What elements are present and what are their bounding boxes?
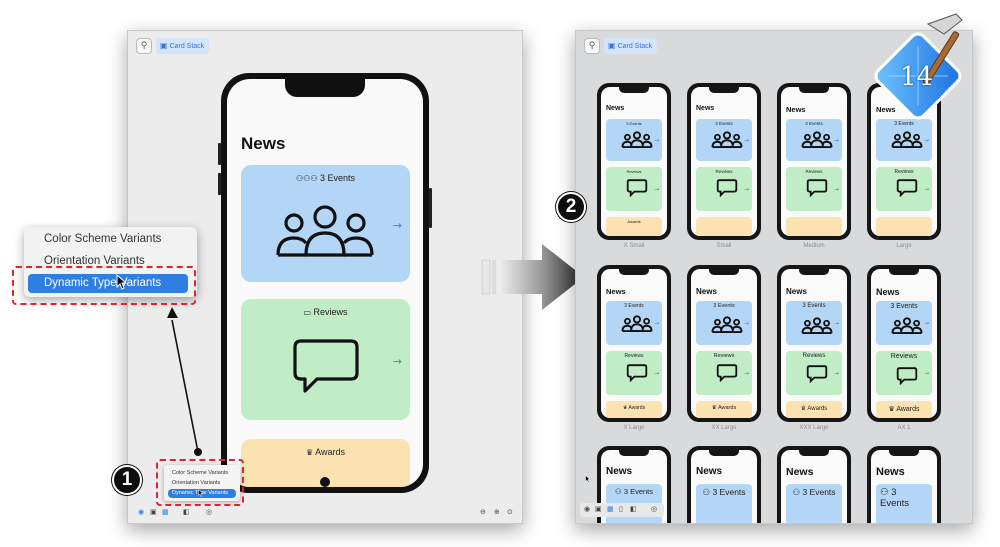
events-card: 3 Events → <box>786 119 842 161</box>
xcode-14-icon: 14 XCODE <box>858 4 976 134</box>
events-card: 3 Events → <box>786 301 842 345</box>
variant-phone-ax3[interactable]: News ⚇ 3 Events <box>687 446 761 523</box>
awards-card: ♛ Awards <box>606 401 662 418</box>
card-stack-icon: ▣ <box>608 41 616 50</box>
awards-card-label: ♛ Awards <box>305 447 346 457</box>
events-arrow-icon[interactable]: → <box>393 219 402 232</box>
variant-phone-ax4[interactable]: News ⚇ 3 Events <box>777 446 851 523</box>
phone-notch <box>285 79 365 97</box>
zoom-fit-icon[interactable]: ⊙ <box>507 508 513 516</box>
events-card: 3 Events → <box>606 301 662 345</box>
selectable-icon[interactable]: ▣ <box>150 508 157 516</box>
reviews-card: Reviews → <box>876 351 932 395</box>
events-card[interactable]: ⚇⚇⚇ 3 Events → <box>241 165 410 282</box>
mouse-cursor-icon <box>585 475 591 483</box>
variant-phone-medium[interactable]: News 3 Events → Reviews → <box>777 83 851 240</box>
card-stack-icon: ▣ <box>160 41 168 50</box>
transition-arrow <box>481 244 584 310</box>
card-stack-tab[interactable]: ▣ Card Stack <box>604 38 658 54</box>
variant-caption: X Large <box>623 425 645 431</box>
reviews-card: Reviews → <box>696 167 752 211</box>
reviews-card: Reviews → <box>786 167 842 211</box>
events-card: 3 Events → <box>696 119 752 161</box>
variants-grid-icon[interactable]: ▦ <box>607 505 614 513</box>
phone-screen: News ⚇⚇⚇ 3 Events → ▭ Reviews → ♛ Awards <box>227 79 423 487</box>
awards-card <box>786 217 842 236</box>
device-settings-icon[interactable]: ◧ <box>630 505 637 513</box>
events-card: ⚇ 3 Events <box>696 484 752 523</box>
device-settings-icon[interactable]: ◧ <box>183 508 190 516</box>
reviews-card: Reviews → <box>696 351 752 395</box>
selectable-icon[interactable]: ▣ <box>595 505 602 513</box>
live-preview-icon[interactable]: ◉ <box>138 508 144 516</box>
speech-bubble-icon <box>293 339 359 393</box>
live-preview-icon[interactable]: ◉ <box>584 505 590 513</box>
xcode-version-label: 14 <box>900 62 934 92</box>
variant-caption: AX 1 <box>897 425 911 431</box>
reviews-arrow-icon[interactable]: → <box>393 355 402 368</box>
side-button <box>218 143 221 165</box>
variant-phone-xxx-large[interactable]: News 3 Events → Reviews → ♛ Awards <box>777 265 851 422</box>
awards-card: ♛ Awards <box>876 401 932 418</box>
variant-phone-xx-large[interactable]: News 3 Events → Reviews → ♛ Awards <box>687 265 761 422</box>
page-title: News <box>241 134 286 153</box>
reviews-card-label: ▭ Reviews <box>303 307 348 317</box>
zoom-out-icon[interactable]: ⊖ <box>480 508 486 516</box>
reviews-card: Reviews → <box>786 351 842 395</box>
events-card: ⚇ 3 Events <box>786 484 842 523</box>
variant-caption: Medium <box>803 243 825 249</box>
awards-card: Awards <box>606 217 662 236</box>
events-card-label: ⚇⚇⚇ 3 Events <box>295 173 356 183</box>
menu-item-color-scheme[interactable]: Color Scheme Variants <box>44 233 161 245</box>
step-1-badge: 1 <box>112 465 142 495</box>
variant-caption: Large <box>896 243 912 249</box>
events-card: 3 Events → <box>606 119 662 161</box>
pin-button[interactable]: ⚲ <box>584 38 600 54</box>
iphone-preview: News ⚇⚇⚇ 3 Events → ▭ Reviews → ♛ Awards <box>218 73 432 493</box>
people-group-icon <box>276 205 374 257</box>
mouse-cursor-icon <box>198 489 204 497</box>
variant-phone-ax5[interactable]: News ⚇ 3 Events <box>867 446 941 523</box>
events-card: 3 Events → <box>876 301 932 345</box>
settings-icon[interactable]: ◎ <box>651 505 657 513</box>
events-card: ⚇ 3 Events <box>876 484 932 523</box>
awards-card <box>876 217 932 236</box>
step-2-badge: 2 <box>556 192 586 222</box>
awards-card <box>696 217 752 236</box>
reviews-card[interactable]: ▭ Reviews → <box>241 299 410 420</box>
side-button <box>218 173 221 195</box>
mouse-cursor-icon <box>116 274 128 290</box>
zoom-in-icon[interactable]: ⊕ <box>494 508 500 516</box>
variant-phone-x-small[interactable]: News 3 Events → Reviews → Awards <box>597 83 671 240</box>
reviews-card: Reviews → <box>606 167 662 211</box>
highlight-box-small <box>156 459 244 506</box>
awards-card: ♛ Awards <box>786 401 842 418</box>
home-indicator <box>320 477 330 487</box>
reviews-card: Reviews → <box>876 167 932 211</box>
bubble-small-icon: ▭ <box>303 308 312 317</box>
crown-icon: ♛ <box>305 448 314 457</box>
variant-caption: X Small <box>623 243 645 249</box>
device-icon[interactable]: ▯ <box>619 505 623 513</box>
power-button <box>429 188 432 228</box>
variants-icon[interactable]: ▦ <box>162 508 169 516</box>
variant-caption: XX Large <box>711 425 737 431</box>
settings-icon[interactable]: ◎ <box>206 508 212 516</box>
people-small-icon: ⚇⚇⚇ <box>295 174 318 183</box>
reviews-card: Reviews → <box>606 351 662 395</box>
awards-card: ♛ Awards <box>696 401 752 418</box>
variant-phone-ax1[interactable]: News 3 Events → Reviews → ♛ Awards <box>867 265 941 422</box>
variant-phone-x-large[interactable]: News 3 Events → Reviews → ♛ Awards <box>597 265 671 422</box>
pin-button[interactable]: ⚲ <box>136 38 152 54</box>
variant-phone-small[interactable]: News 3 Events → Reviews → <box>687 83 761 240</box>
variant-caption: XXX Large <box>799 425 829 431</box>
highlight-box-zoomed <box>12 266 196 305</box>
events-card: 3 Events → <box>696 301 752 345</box>
variant-caption: Small <box>716 243 732 249</box>
card-stack-tab[interactable]: ▣ Card Stack <box>156 38 210 54</box>
